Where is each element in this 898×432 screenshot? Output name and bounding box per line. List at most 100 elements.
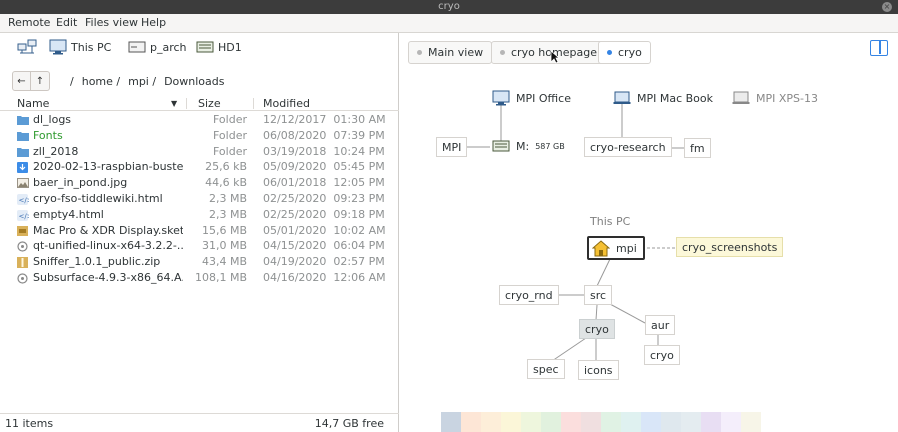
color-swatch[interactable] (561, 412, 581, 432)
color-swatch[interactable] (641, 412, 661, 432)
html-icon: </> (17, 193, 33, 205)
column-header-size[interactable]: Size (198, 97, 221, 110)
color-swatch[interactable] (521, 412, 541, 432)
file-browser-pane: This PC p_arch HD1 ← ↑ / home / mpi / Do… (0, 33, 399, 432)
device-p-arch-label: p_arch (150, 40, 187, 54)
window-close-button[interactable]: × (882, 2, 892, 12)
file-size: Folder (213, 128, 247, 142)
table-row[interactable]: </>cryo-fso-tiddlewiki.html 2,3 MB 02/25/2… (0, 191, 399, 207)
device-network[interactable] (17, 39, 37, 55)
back-button[interactable]: ← (12, 71, 31, 91)
node-mpi-home[interactable]: mpi (587, 236, 645, 260)
table-row[interactable]: zll_2018 Folder 03/19/2018 10:24 PM (0, 144, 399, 160)
file-size: 108,1 MB (194, 270, 247, 284)
folder-icon (17, 131, 29, 141)
node-label: aur (651, 318, 670, 332)
breadcrumb-home[interactable]: home / (82, 75, 120, 88)
table-row[interactable]: Subsurface-4.9.3-x86_64.A... 108,1 MB 04/1… (0, 270, 399, 286)
file-modified: 04/19/2020 02:57 PM (263, 255, 385, 269)
menubar: Remote Edit Files view Help (0, 14, 898, 33)
menu-edit[interactable]: Edit (56, 16, 77, 29)
html-icon: </> (17, 209, 33, 221)
file-name: baer_in_pond.jpg (33, 176, 128, 190)
download-icon (17, 162, 29, 174)
node-label: cryo (650, 348, 674, 362)
column-header-modified[interactable]: Modified (263, 97, 310, 110)
up-button[interactable]: ↑ (31, 71, 50, 91)
table-row[interactable]: 2020-02-13-raspbian-buste... 25,6 kB 05/09… (0, 159, 399, 175)
menu-remote[interactable]: Remote (8, 16, 50, 29)
node-mpi-remote[interactable]: MPI (436, 137, 468, 157)
edge (596, 258, 611, 287)
file-size: 2,3 MB (208, 191, 247, 205)
file-modified: 02/25/2020 09:23 PM (263, 191, 385, 205)
node-cryo[interactable]: cryo (579, 319, 615, 339)
color-swatch[interactable] (661, 412, 681, 432)
node-aur-cryo[interactable]: cryo (644, 345, 680, 365)
hdd-icon (196, 41, 214, 53)
node-cryo-research[interactable]: cryo-research (584, 137, 672, 157)
network-icon (17, 39, 37, 54)
table-row[interactable]: Fonts Folder 06/08/2020 07:39 PM (0, 128, 399, 144)
node-label: MPI (442, 140, 462, 154)
node-cryo-rnd[interactable]: cryo_rnd (499, 285, 559, 305)
sketch-icon (17, 225, 29, 236)
color-swatch[interactable] (681, 412, 701, 432)
monitor-icon (49, 39, 67, 55)
table-row[interactable]: qt-unified-linux-x64-3.2.2-... 31,0 MB 04/… (0, 238, 399, 254)
node-fm[interactable]: fm (684, 138, 711, 158)
node-src[interactable]: src (584, 285, 613, 305)
color-swatch[interactable] (541, 412, 561, 432)
menu-files-view[interactable]: Files view (85, 16, 138, 29)
device-p-arch[interactable]: p_arch (128, 39, 187, 55)
table-row[interactable]: </>empty4.html 2,3 MB 02/25/2020 09:18 PM (0, 207, 399, 223)
path-bar: ← ↑ / home / mpi / Downloads (12, 70, 225, 92)
file-name: dl_logs (33, 113, 72, 126)
computer-mpi-xps13[interactable]: MPI XPS-13 (732, 90, 818, 106)
column-separator[interactable] (186, 98, 187, 109)
node-label: fm (690, 141, 705, 155)
node-label: cryo_rnd (505, 288, 553, 302)
node-mount-m[interactable]: M: 587 GB (492, 139, 565, 153)
color-swatch[interactable] (601, 412, 621, 432)
device-hd1[interactable]: HD1 (196, 39, 242, 55)
table-row[interactable]: dl_logs Folder 12/12/2017 01:30 AM (0, 112, 399, 128)
file-list: dl_logs Folder 12/12/2017 01:30 AM Fonts Fol… (0, 112, 399, 286)
node-icons[interactable]: icons (578, 360, 619, 380)
node-spec[interactable]: spec (527, 359, 565, 379)
table-row[interactable]: baer_in_pond.jpg 44,6 kB 06/01/2018 12:05 … (0, 175, 399, 191)
file-modified: 03/19/2018 10:24 PM (263, 144, 385, 158)
color-swatch[interactable] (621, 412, 641, 432)
folder-icon (17, 115, 29, 125)
sort-descending-icon[interactable]: ▼ (171, 99, 177, 108)
column-separator[interactable] (253, 98, 254, 109)
node-aur[interactable]: aur (645, 315, 676, 335)
device-this-pc[interactable]: This PC (49, 39, 111, 55)
executable-icon (17, 273, 29, 284)
table-row[interactable]: Mac Pro & XDR Display.sketch 15,6 MB 05/01… (0, 223, 399, 239)
breadcrumb-root[interactable]: / (70, 75, 74, 88)
breadcrumb-mpi[interactable]: mpi / (128, 75, 156, 88)
computer-mpi-office[interactable]: MPI Office (492, 90, 571, 106)
executable-icon (17, 241, 29, 252)
color-swatch[interactable] (741, 412, 761, 432)
color-swatch[interactable] (461, 412, 481, 432)
laptop-icon (732, 91, 750, 104)
column-header-name[interactable]: Name (17, 97, 49, 110)
color-swatch[interactable] (441, 412, 461, 432)
node-cryo-screenshots[interactable]: cryo_screenshots (676, 237, 784, 257)
file-name: 2020-02-13-raspbian-buste... (33, 160, 183, 174)
menu-help[interactable]: Help (141, 16, 166, 29)
node-label: M: (516, 139, 530, 153)
table-row[interactable]: Sniffer_1.0.1_public.zip 43,4 MB 04/19/202… (0, 254, 399, 270)
file-size: 31,0 MB (201, 239, 247, 253)
node-label: spec (533, 362, 559, 376)
computer-mpi-macbook[interactable]: MPI Mac Book (613, 90, 713, 106)
color-swatch[interactable] (501, 412, 521, 432)
color-swatch[interactable] (581, 412, 601, 432)
color-swatch[interactable] (701, 412, 721, 432)
color-swatch[interactable] (481, 412, 501, 432)
node-label: icons (584, 363, 613, 377)
breadcrumb-downloads[interactable]: Downloads (164, 75, 224, 88)
color-swatch[interactable] (721, 412, 741, 432)
